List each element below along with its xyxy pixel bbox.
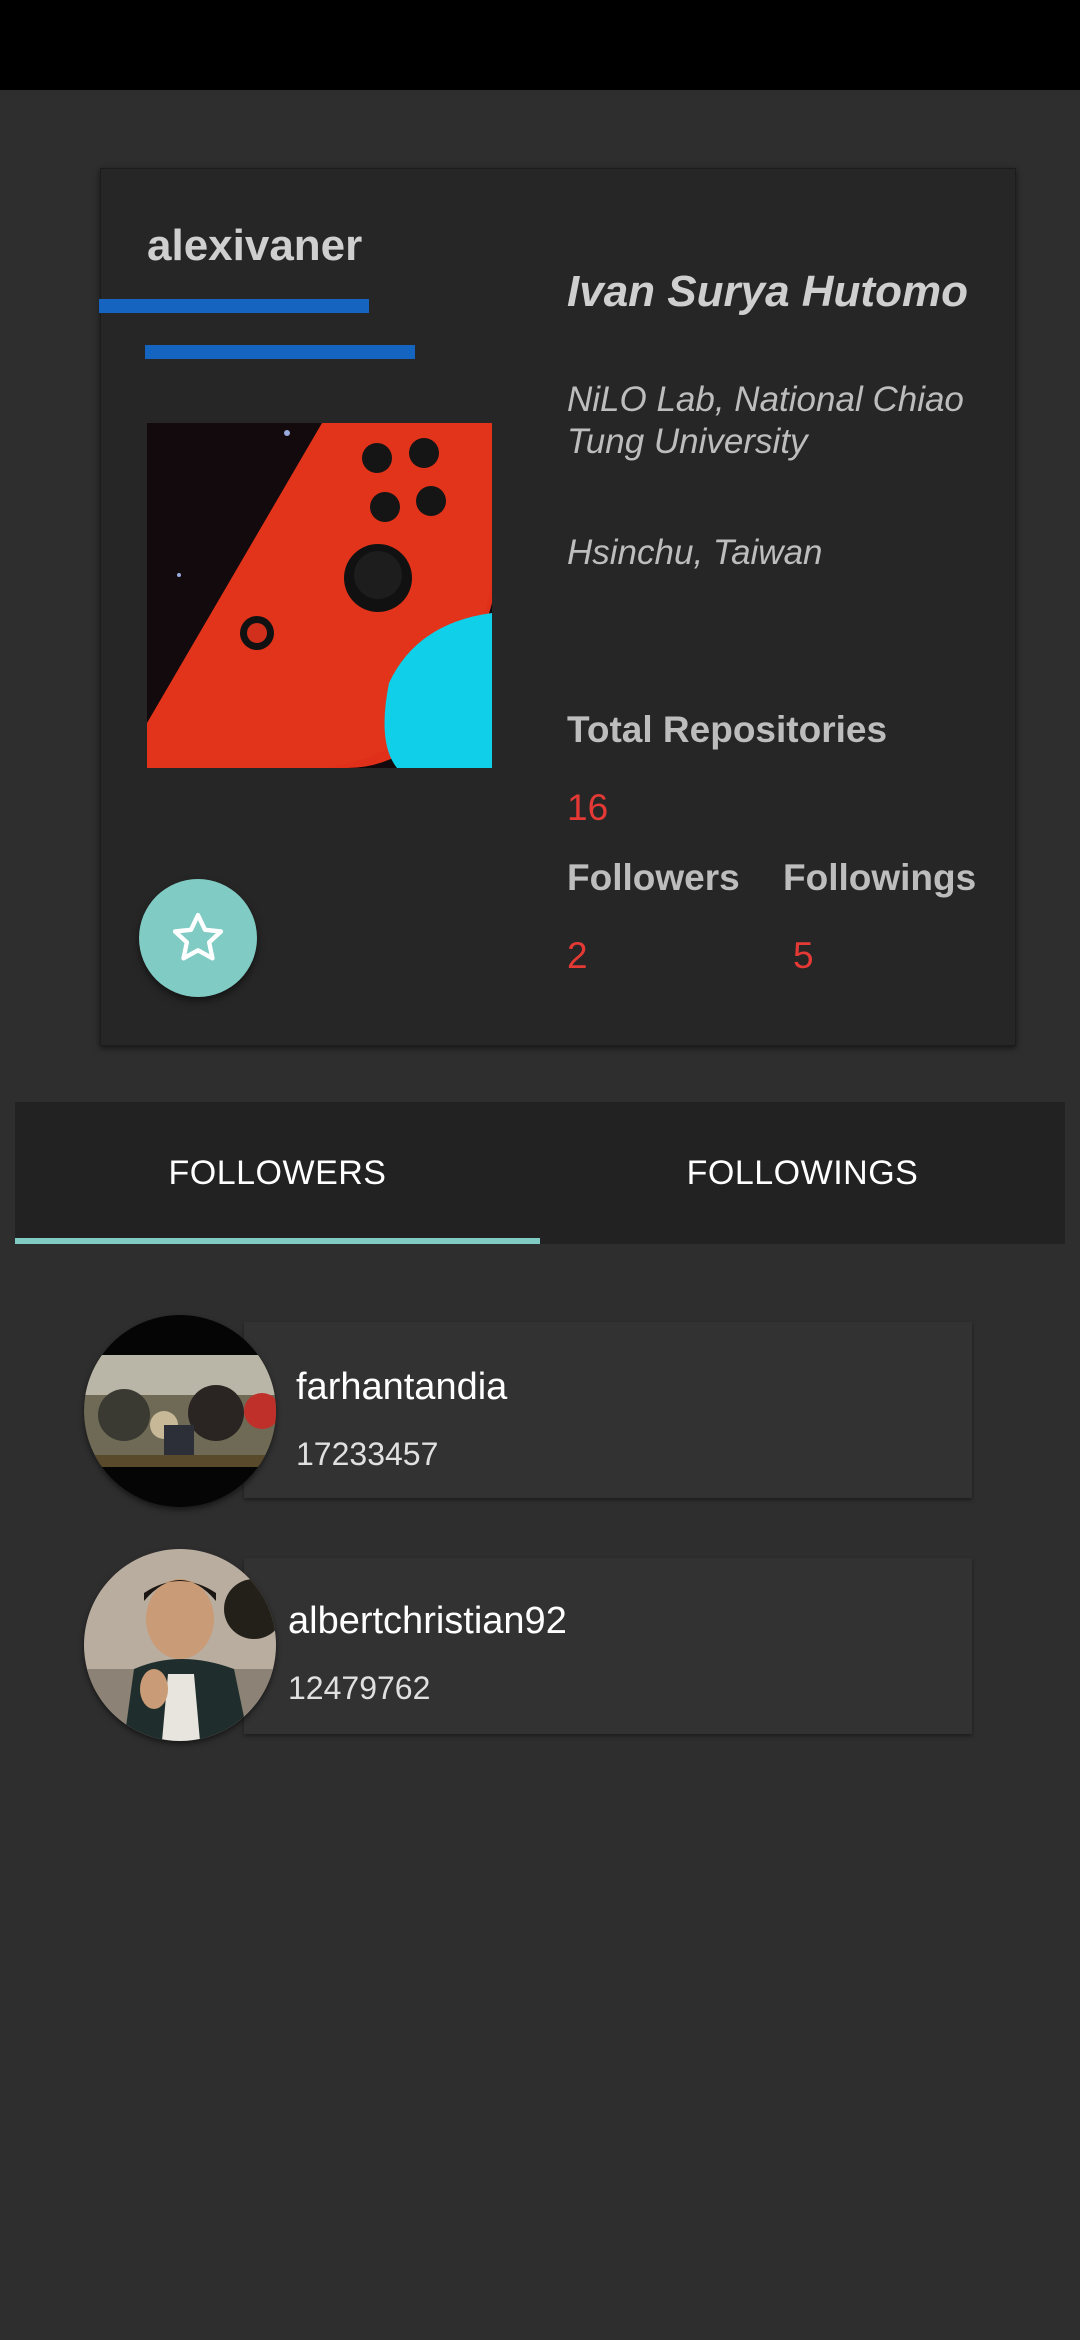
avatar[interactable] bbox=[84, 1315, 276, 1507]
tab-bar: FOLLOWERS FOLLOWINGS bbox=[15, 1102, 1065, 1244]
followings-label: Followings bbox=[783, 857, 977, 898]
followers-value: 2 bbox=[567, 935, 588, 976]
follower-username: albertchristian92 bbox=[288, 1600, 567, 1642]
total-repos-value: 16 bbox=[567, 787, 609, 828]
followings-value: 5 bbox=[793, 935, 814, 976]
follower-id: 17233457 bbox=[296, 1436, 439, 1472]
status-bar bbox=[0, 0, 1080, 90]
list-item[interactable] bbox=[244, 1558, 972, 1734]
username-underline bbox=[99, 299, 369, 313]
tab-followers[interactable]: FOLLOWERS bbox=[15, 1102, 540, 1244]
avatar[interactable] bbox=[84, 1549, 276, 1741]
star-favorite-button[interactable] bbox=[139, 879, 257, 997]
star-outline-icon bbox=[172, 912, 224, 961]
total-repos-label: Total Repositories bbox=[567, 709, 888, 750]
location: Hsinchu, Taiwan bbox=[567, 533, 823, 572]
tab-indicator bbox=[15, 1238, 540, 1244]
company: NiLO Lab, National Chiao Tung University bbox=[567, 380, 964, 461]
follower-username: farhantandia bbox=[296, 1366, 508, 1408]
profile-card: alexivaner Ivan Surya Hutomo NiLO Lab, N… bbox=[99, 168, 1016, 1046]
tab-followings[interactable]: FOLLOWINGS bbox=[540, 1102, 1065, 1244]
profile-avatar bbox=[147, 423, 492, 768]
username: alexivaner bbox=[147, 221, 363, 270]
username-underline-secondary bbox=[145, 345, 415, 359]
followers-label: Followers bbox=[567, 857, 740, 898]
full-name: Ivan Surya Hutomo bbox=[567, 267, 968, 316]
follower-id: 12479762 bbox=[288, 1670, 431, 1706]
